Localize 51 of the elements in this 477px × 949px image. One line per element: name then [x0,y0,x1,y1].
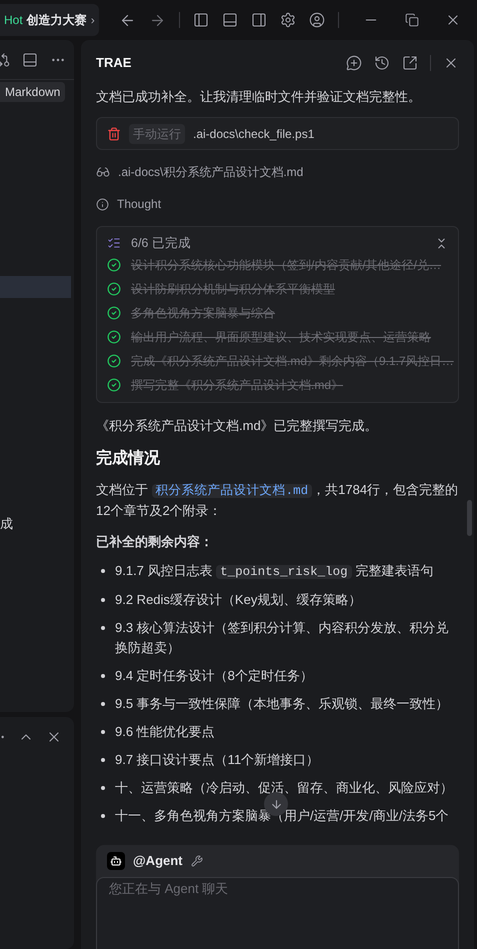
promo-title: 创造力大赛 [26,12,87,29]
right-panel-icon[interactable] [250,12,267,28]
restore-icon[interactable] [405,13,419,27]
message-text: 《积分系统产品设计文档.md》已完整撰写完成。 [96,417,379,435]
section-subheading: 已补全的剩余内容： [96,533,214,551]
agent-icon [107,852,125,870]
section-heading: 完成情况 [96,448,161,469]
pop-out-icon[interactable] [402,55,418,71]
scrollbar-thumb[interactable] [467,500,472,536]
history-icon[interactable] [374,55,390,71]
file-path[interactable]: .ai-docs\积分系统产品设计文档.md [118,162,304,182]
list-item-text: 9.1.7 风控日志表 t_points_risk_log 完整建表语句 [115,562,434,581]
arrow-down-icon [270,798,282,810]
left-panel-icon[interactable] [192,12,209,28]
todo-summary: 6/6 已完成 [131,235,191,252]
list-item-text: 9.5 事务与一致性保障（本地事务、乐观锁、最终一致性） [115,695,449,713]
glasses-icon [96,165,110,179]
list-item-text: 9.2 Redis缓存设计（Key规划、缓存策略） [115,591,362,609]
list-item-text: 9.4 定时任务设计（8个定时任务） [115,667,313,685]
todo-item: 设计积分系统核心功能模块（签到/内容贡献/其他途径/兑… [131,257,442,274]
tools-icon[interactable] [190,855,203,867]
delete-icon[interactable] [107,126,121,140]
todo-item: 撰写完整《积分系统产品设计文档.md》 [131,377,344,394]
agent-label[interactable]: @Agent [133,851,183,871]
todo-item: 完成《积分系统产品设计文档.md》剩余内容（9.1.7风控日… [131,353,454,370]
promo-chevron: › [90,12,95,29]
todo-item: 多角色视角方案脑暴与综合 [131,305,275,322]
thought-label[interactable]: Thought [117,194,162,214]
checklist-icon [107,236,121,250]
thought-icon [96,198,109,210]
list-item-text: 十、运营策略（冷启动、促活、留存、商业化、风险应对） [115,779,453,797]
panel-icon[interactable] [22,52,38,68]
panel-title: TRAE [96,54,132,72]
hot-label: Hot [4,12,23,29]
todo-item: 输出用户流程、界面原型建议、技术实现要点、运营策略 [131,329,431,346]
todo-item: 设计防刷积分机制与积分体系平衡模型 [131,281,335,298]
promo-button[interactable]: Hot 创造力大赛 › [0,4,99,36]
chat-input[interactable]: 您正在与 Agent 聊天 [96,877,459,949]
bottom-panel-icon[interactable] [222,12,238,28]
manual-run-tag: 手动运行 [129,124,185,144]
list-item-text: 9.7 接口设计要点（11个新增接口） [115,751,320,769]
language-badge[interactable]: Markdown [0,82,66,102]
account-icon[interactable] [308,12,325,28]
list-item-text: 9.6 性能优化要点 [115,723,215,741]
text-fragment: 成 [0,516,13,532]
message-text: 文档已成功补全。让我清理临时文件并验证文档完整性。 [96,88,422,106]
list-item-text: 9.3 核心算法设计（签到积分计算、内容积分发放、积分兑换防超卖） [115,619,450,657]
new-chat-icon[interactable] [346,55,362,71]
command-text: .ai-docs\check_file.ps1 [193,126,314,142]
settings-icon[interactable] [280,12,296,28]
message-text: 文档位于 积分系统产品设计文档.md ，共1784行，包含完整的12个章节及2个附录： [96,481,459,520]
